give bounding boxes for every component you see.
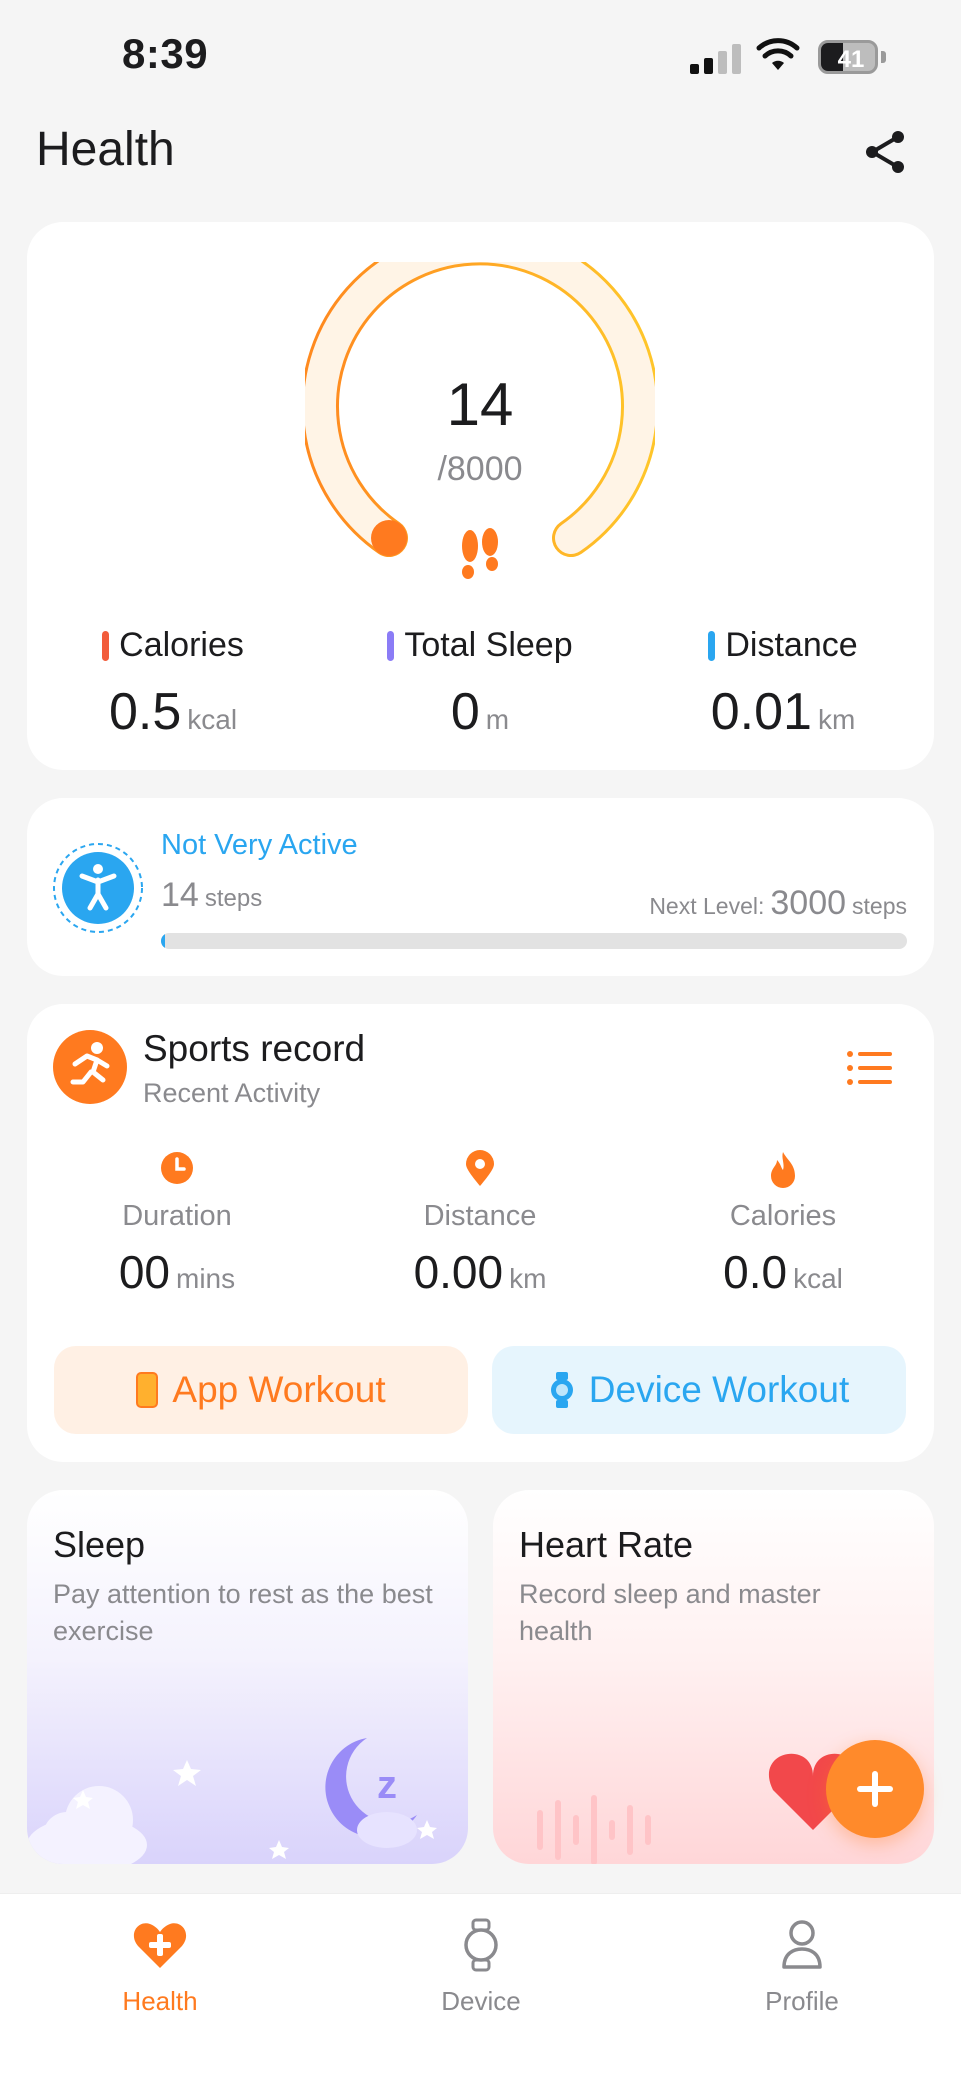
add-floating-button[interactable] — [826, 1740, 924, 1838]
cellular-signal-icon — [690, 44, 742, 74]
wifi-icon — [756, 38, 800, 70]
watch-icon — [550, 1372, 573, 1408]
sleep-tile[interactable]: Sleep Pay attention to rest as the best … — [27, 1490, 468, 1864]
svg-text:z: z — [377, 1763, 397, 1807]
tab-health[interactable]: Health — [60, 1894, 260, 2017]
steps-goal: /8000 — [437, 450, 523, 488]
duration-stat: Duration 00 mins — [47, 1150, 307, 1299]
location-pin-icon — [466, 1150, 494, 1186]
sleep-value: 0 — [450, 682, 480, 741]
calories-metric: Calories 0.5 kcal — [43, 626, 303, 742]
sleep-title: Sleep — [53, 1524, 146, 1565]
activity-progress-bar — [161, 933, 907, 949]
calories-indicator — [102, 630, 110, 661]
list-icon[interactable] — [846, 1048, 894, 1088]
battery-level: 41 — [837, 46, 865, 73]
page-title: Health — [36, 123, 175, 176]
heart-rate-description: Record sleep and master health — [519, 1579, 821, 1646]
sports-record-title: Sports record — [143, 1028, 366, 1069]
distance-indicator — [708, 630, 716, 661]
total-sleep-metric: Total Sleep 0m — [350, 626, 610, 742]
flame-icon — [771, 1152, 795, 1188]
battery-icon: 41 — [818, 40, 886, 74]
person-icon — [782, 1920, 822, 1969]
watch-icon — [464, 1918, 498, 1972]
app-workout-button[interactable]: App Workout — [54, 1346, 468, 1434]
heart-rate-title: Heart Rate — [519, 1524, 694, 1565]
bottom-tab-bar: Health Device Profile — [0, 1893, 961, 2080]
footsteps-icon — [462, 528, 498, 579]
device-workout-button[interactable]: Device Workout — [492, 1346, 906, 1434]
duration-value: 00 — [118, 1246, 171, 1298]
clock-icon — [161, 1152, 193, 1184]
sport-distance-stat: Distance 0.00 km — [350, 1150, 610, 1299]
running-icon — [53, 1030, 127, 1104]
sport-calories-value: 0.0 — [723, 1246, 788, 1298]
sleep-description: Pay attention to rest as the best exerci… — [53, 1579, 433, 1646]
tab-device[interactable]: Device — [381, 1894, 581, 2017]
next-level: Next Level: 3000 steps — [649, 884, 907, 922]
person-activity-icon — [53, 843, 143, 933]
heart-plus-icon — [133, 1923, 187, 1968]
sport-calories-stat: Calories 0.0 kcal — [653, 1150, 913, 1299]
phone-icon — [136, 1372, 159, 1408]
status-time: 8:39 — [122, 30, 209, 77]
calories-value: 0.5 — [108, 682, 182, 741]
activity-level-label: Not Very Active — [161, 829, 358, 861]
tab-profile[interactable]: Profile — [702, 1894, 902, 2017]
distance-metric: Distance 0.01 km — [653, 626, 913, 742]
share-icon[interactable] — [858, 124, 914, 180]
steps-count: 14 — [446, 371, 514, 438]
activity-steps: 14 steps — [161, 876, 263, 914]
sleep-illustration: z — [27, 1738, 437, 1864]
plus-icon — [857, 1771, 893, 1807]
distance-value: 0.01 — [710, 682, 812, 741]
sports-record-subtitle: Recent Activity — [143, 1078, 321, 1108]
sleep-indicator — [387, 630, 395, 661]
sport-distance-value: 0.00 — [413, 1246, 504, 1298]
